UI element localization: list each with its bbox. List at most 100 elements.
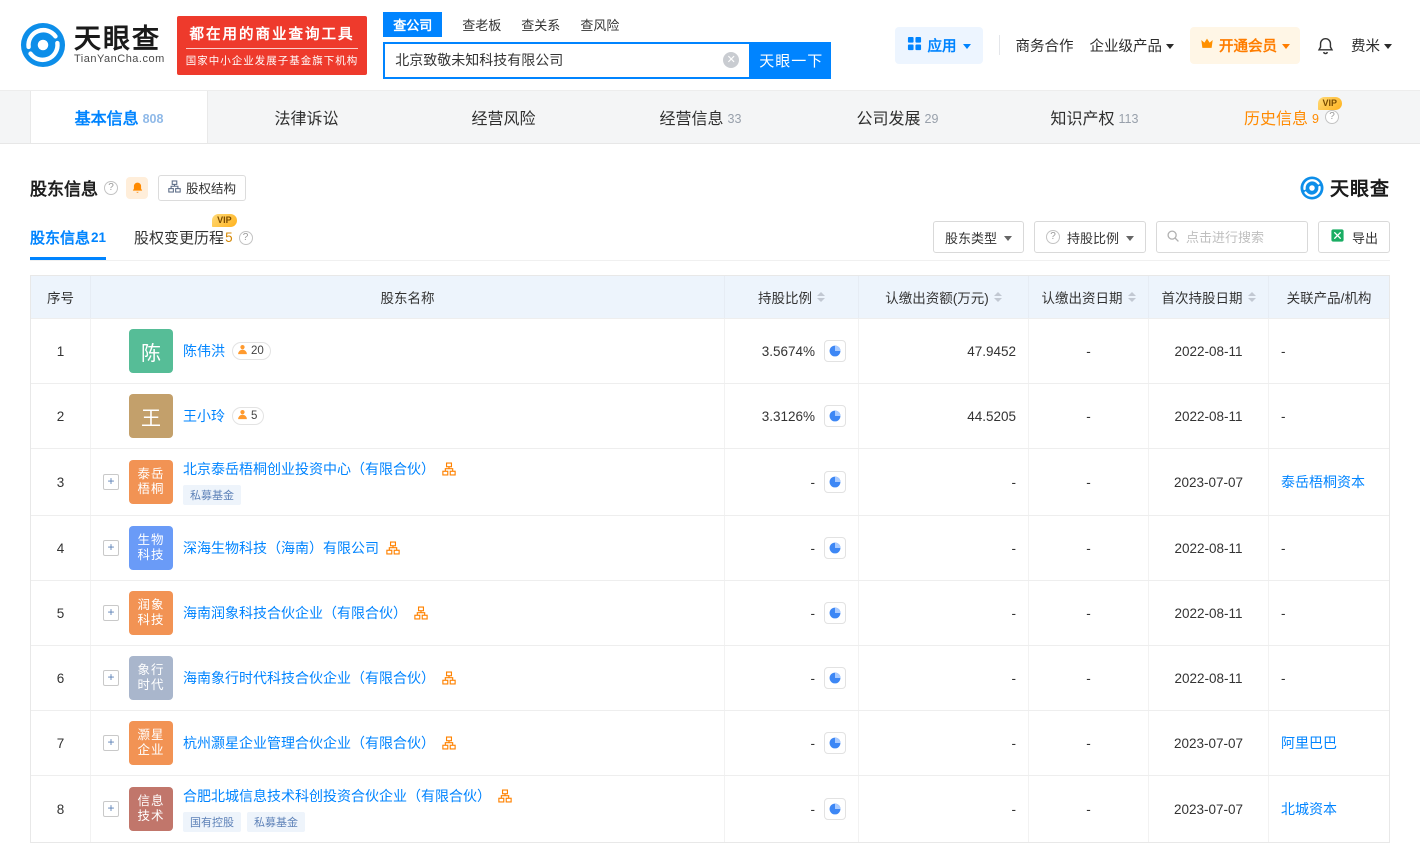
search-button[interactable]: 天眼一下 xyxy=(751,41,832,79)
first-date-value: 2022-08-11 xyxy=(1174,343,1243,359)
tab-basic-info[interactable]: 基本信息 808 xyxy=(30,91,208,143)
related-product-link[interactable]: 泰岳梧桐资本 xyxy=(1281,472,1365,492)
equity-structure-icon[interactable] xyxy=(414,606,428,620)
shareholder-tag: 私募基金 xyxy=(183,485,241,505)
top-bar: 天眼查 TianYanCha.com 都在用的商业查询工具 国家中小企业发展子基… xyxy=(0,0,1420,90)
table-search-input[interactable] xyxy=(1185,229,1298,245)
expand-button[interactable]: + xyxy=(103,735,119,751)
amount-value: - xyxy=(1011,474,1017,490)
open-vip-button[interactable]: 开通会员 xyxy=(1190,26,1300,64)
index-cell: 1 xyxy=(31,319,91,383)
tianyancha-logo-icon xyxy=(20,22,66,68)
shareholder-name-link[interactable]: 杭州灏星企业管理合伙企业（有限合伙） xyxy=(183,733,435,753)
shareholder-type-filter[interactable]: 股东类型 xyxy=(932,221,1024,253)
column-header: 认缴出资日期 xyxy=(1029,276,1149,318)
ratio-value: - xyxy=(810,540,816,556)
related-cell: - xyxy=(1269,319,1389,383)
related-product-link[interactable]: 北城资本 xyxy=(1281,799,1337,819)
amount-cell: - xyxy=(859,711,1029,775)
help-icon[interactable]: ? xyxy=(238,230,253,245)
avatar: 泰岳 梧桐 xyxy=(129,460,173,504)
column-label: 首次持股日期 xyxy=(1161,291,1243,306)
shareholder-name-link[interactable]: 王小玲 xyxy=(183,406,225,426)
related-cell: - xyxy=(1269,516,1389,580)
equity-structure-icon[interactable] xyxy=(498,789,512,803)
tab-operation-risk[interactable]: 经营风险 xyxy=(405,91,602,143)
nav-item-enterprise-products[interactable]: 企业级产品 xyxy=(1090,35,1174,56)
shareholder-name-link[interactable]: 海南润象科技合伙企业（有限合伙） xyxy=(183,603,407,623)
equity-structure-icon[interactable] xyxy=(386,541,400,555)
search-icon xyxy=(1166,229,1180,246)
apps-menu-button[interactable]: 应用 xyxy=(894,26,983,64)
pie-chart-button[interactable] xyxy=(824,405,846,427)
shareholder-name-line: 海南润象科技合伙企业（有限合伙） xyxy=(183,603,428,623)
help-icon: ? xyxy=(1045,230,1060,244)
amount-value: - xyxy=(1011,801,1017,817)
equity-structure-icon[interactable] xyxy=(442,462,456,476)
shareholder-name-link[interactable]: 深海生物科技（海南）有限公司 xyxy=(183,538,379,558)
shareholder-name-link[interactable]: 陈伟洪 xyxy=(183,341,225,361)
equity-structure-icon[interactable] xyxy=(442,671,456,685)
tianyancha-logo[interactable]: 天眼查 TianYanCha.com xyxy=(20,22,165,68)
shareholder-name-link[interactable]: 合肥北城信息技术科创投资合伙企业（有限合伙） xyxy=(183,786,491,806)
shareholder-type-label: 股东类型 xyxy=(944,230,997,246)
pie-chart-button[interactable] xyxy=(824,602,846,624)
pie-chart-button[interactable] xyxy=(824,471,846,493)
pie-chart-button[interactable] xyxy=(824,798,846,820)
sort-control[interactable] xyxy=(993,292,1002,302)
search-tab-company[interactable]: 查公司 xyxy=(383,11,443,37)
pie-chart-button[interactable] xyxy=(824,667,846,689)
tab-ip[interactable]: 知识产权 113 xyxy=(996,91,1193,143)
tab-operation-info[interactable]: 经营信息 33 xyxy=(602,91,799,143)
index-cell: 6 xyxy=(31,646,91,710)
partner-count-badge[interactable]: 20 xyxy=(232,342,271,360)
expand-button[interactable]: + xyxy=(103,670,119,686)
amount-cell: - xyxy=(859,776,1029,842)
sort-control[interactable] xyxy=(1127,292,1136,302)
shareholder-name-link[interactable]: 海南象行时代科技合伙企业（有限合伙） xyxy=(183,668,435,688)
related-cell: - xyxy=(1269,581,1389,645)
search-input[interactable] xyxy=(395,52,724,68)
export-button[interactable]: 导出 xyxy=(1317,221,1390,253)
subtab-equity-changes[interactable]: 股权变更历程 5 VIP? xyxy=(134,214,253,260)
equity-structure-icon[interactable] xyxy=(442,736,456,750)
expand-button[interactable]: + xyxy=(103,605,119,621)
subtab-shareholders[interactable]: 股东信息 21 xyxy=(30,227,107,260)
search-tab-risk[interactable]: 查风险 xyxy=(580,13,619,36)
tab-legal[interactable]: 法律诉讼 xyxy=(208,91,405,143)
ratio-cell: - xyxy=(725,449,859,515)
shareholder-name-link[interactable]: 北京泰岳梧桐创业投资中心（有限合伙） xyxy=(183,459,435,479)
ratio-value: 3.5674% xyxy=(761,343,815,359)
ratio-filter[interactable]: ? 持股比例 xyxy=(1033,221,1146,253)
expand-button[interactable]: + xyxy=(103,474,119,490)
help-icon[interactable]: ? xyxy=(104,180,118,195)
expand-button[interactable]: + xyxy=(103,801,119,817)
equity-structure-button[interactable]: 股权结构 xyxy=(158,174,247,201)
tab-development[interactable]: 公司发展 29 xyxy=(799,91,996,143)
watermark-text: 天眼查 xyxy=(1329,179,1390,200)
clear-search-icon[interactable]: ✕ xyxy=(723,52,740,68)
partner-count-badge[interactable]: 5 xyxy=(232,407,265,425)
nav-item-business-coop[interactable]: 商务合作 xyxy=(1016,35,1074,56)
pay-date-cell: - xyxy=(1029,319,1149,383)
pie-chart-button[interactable] xyxy=(824,537,846,559)
chevron-down-icon xyxy=(1125,235,1134,241)
shareholder-info: 海南象行时代科技合伙企业（有限合伙） xyxy=(183,668,456,688)
expand-button[interactable]: + xyxy=(103,540,119,556)
tab-history[interactable]: 历史信息 9 VIP? xyxy=(1193,91,1390,143)
search-tab-relation[interactable]: 查关系 xyxy=(521,13,560,36)
row-index: 1 xyxy=(56,343,65,359)
notifications-bell-icon[interactable] xyxy=(1316,36,1335,55)
user-menu[interactable]: 费米 xyxy=(1351,35,1392,56)
help-icon[interactable]: ? xyxy=(1324,110,1339,124)
excel-export-icon xyxy=(1330,228,1345,246)
chevron-down-icon xyxy=(1282,43,1290,49)
pie-chart-button[interactable] xyxy=(824,732,846,754)
open-vip-label: 开通会员 xyxy=(1219,38,1277,55)
pie-chart-button[interactable] xyxy=(824,340,846,362)
search-tab-boss[interactable]: 查老板 xyxy=(462,13,501,36)
sort-control[interactable] xyxy=(1247,292,1256,302)
related-product-link[interactable]: 阿里巴巴 xyxy=(1281,733,1337,753)
subscribe-bell-icon[interactable] xyxy=(126,176,148,199)
sort-control[interactable] xyxy=(817,292,825,302)
